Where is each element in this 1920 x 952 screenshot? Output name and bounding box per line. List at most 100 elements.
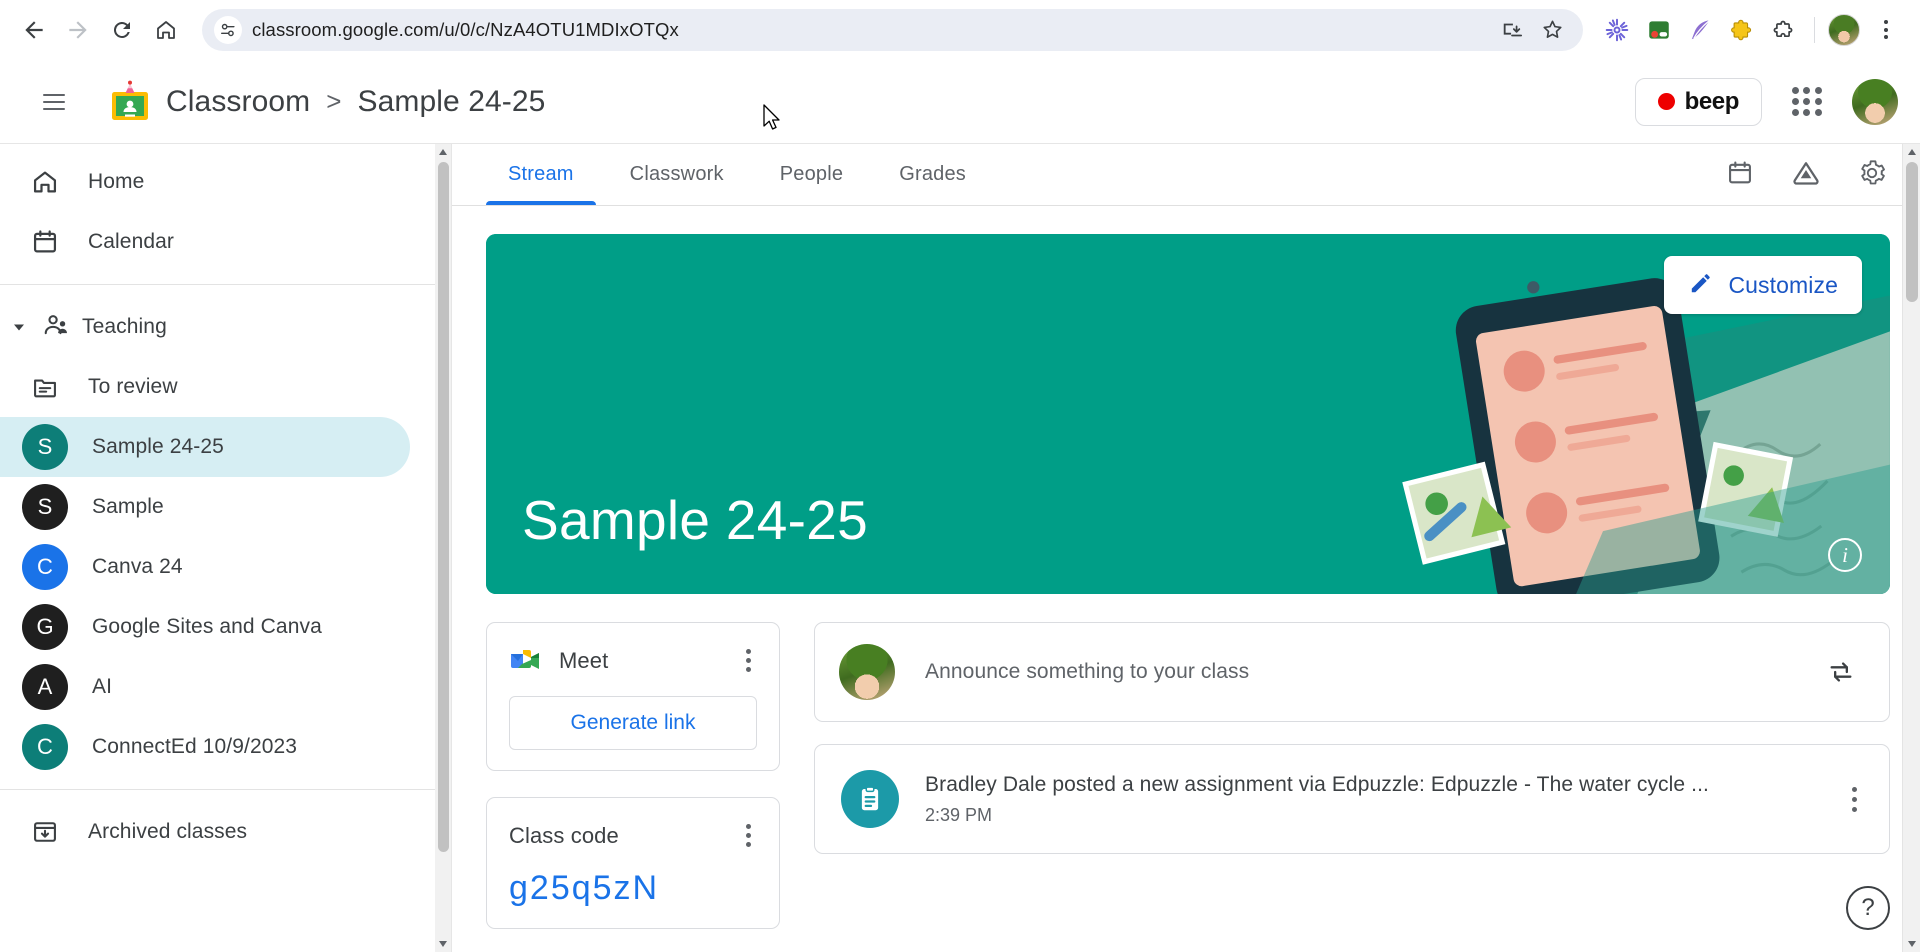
reuse-post-icon[interactable] bbox=[1821, 652, 1861, 692]
class-avatar: S bbox=[22, 484, 68, 530]
reload-button[interactable] bbox=[102, 10, 142, 50]
sidebar-item-archived-classes[interactable]: Archived classes bbox=[0, 802, 410, 862]
classroom-app-bar: Classroom > Sample 24-25 beep bbox=[0, 60, 1920, 144]
class-avatar: C bbox=[22, 724, 68, 770]
announcement-composer[interactable]: Announce something to your class bbox=[814, 622, 1890, 722]
back-button[interactable] bbox=[14, 10, 54, 50]
record-dot-icon bbox=[1657, 93, 1675, 110]
chrome-profile-avatar[interactable] bbox=[1824, 10, 1864, 50]
archive-icon bbox=[30, 817, 60, 847]
class-avatar: A bbox=[22, 664, 68, 710]
generate-link-label: Generate link bbox=[570, 711, 696, 734]
forward-button[interactable] bbox=[58, 10, 98, 50]
sidebar-divider bbox=[0, 284, 436, 285]
pencil-icon bbox=[1688, 270, 1714, 301]
sidebar-item-google-sites-and-canva[interactable]: G Google Sites and Canva bbox=[0, 597, 410, 657]
account-avatar[interactable] bbox=[1852, 78, 1898, 125]
class-code-menu-button[interactable] bbox=[740, 818, 757, 853]
home-button[interactable] bbox=[146, 10, 186, 50]
screen-recorder-extension-icon[interactable] bbox=[1639, 10, 1679, 50]
meet-card: Meet Generate link bbox=[486, 622, 780, 771]
app-bar-actions: beep bbox=[1634, 77, 1898, 126]
help-button[interactable]: ? bbox=[1846, 886, 1890, 930]
main-menu-button[interactable] bbox=[30, 78, 78, 126]
class-code-title: Class code bbox=[509, 822, 619, 848]
assignment-icon bbox=[841, 770, 899, 828]
google-apps-button[interactable] bbox=[1784, 79, 1830, 125]
breadcrumb: Classroom > Sample 24-25 bbox=[166, 85, 545, 119]
class-code-card: Class code g25q5zN bbox=[486, 797, 780, 929]
class-code-value[interactable]: g25q5zN bbox=[509, 869, 757, 908]
sidebar-item-connected[interactable]: C ConnectEd 10/9/2023 bbox=[0, 717, 410, 777]
sidebar-item-canva-24[interactable]: C Canva 24 bbox=[0, 537, 410, 597]
sidebar-item-sample-24-25[interactable]: S Sample 24-25 bbox=[0, 417, 410, 477]
customize-label: Customize bbox=[1728, 271, 1838, 298]
beep-button[interactable]: beep bbox=[1634, 77, 1762, 126]
generate-link-button[interactable]: Generate link bbox=[509, 696, 757, 750]
scroll-down-arrow-icon[interactable] bbox=[435, 936, 451, 952]
main-content: Stream Classwork People Grades Sample 24… bbox=[452, 144, 1920, 952]
meet-card-menu-button[interactable] bbox=[740, 643, 757, 678]
page-scroll-up-arrow-icon[interactable] bbox=[1903, 144, 1920, 160]
site-settings-icon[interactable] bbox=[214, 15, 242, 44]
stream-left-column: Meet Generate link Class code g25q5zN bbox=[486, 622, 780, 929]
class-avatar: S bbox=[22, 424, 68, 470]
chevron-down-icon bbox=[8, 316, 30, 338]
sidebar-item-calendar[interactable]: Calendar bbox=[0, 212, 410, 272]
asterisk-extension-icon[interactable] bbox=[1597, 10, 1637, 50]
tab-grades[interactable]: Grades bbox=[871, 144, 994, 205]
meet-card-header: Meet bbox=[509, 643, 757, 678]
sidebar-item-ai[interactable]: A AI bbox=[0, 657, 410, 717]
gear-icon[interactable] bbox=[1852, 153, 1892, 193]
tab-classwork[interactable]: Classwork bbox=[602, 144, 752, 205]
page-scroll-down-arrow-icon[interactable] bbox=[1903, 936, 1920, 952]
sidebar-item-label: ConnectEd 10/9/2023 bbox=[92, 735, 298, 758]
address-bar[interactable]: classroom.google.com/u/0/c/NzA4OTU1MDIxO… bbox=[202, 8, 1583, 51]
stream-post[interactable]: Bradley Dale posted a new assignment via… bbox=[814, 744, 1890, 854]
google-meet-icon bbox=[509, 648, 543, 674]
class-tabs: Stream Classwork People Grades bbox=[452, 144, 1920, 206]
info-icon[interactable]: i bbox=[1828, 538, 1862, 572]
stream-post-menu-button[interactable] bbox=[1844, 779, 1865, 820]
sidebar-item-to-review[interactable]: To review bbox=[0, 357, 410, 417]
app-shell: Home Calendar Teaching To review S Sampl… bbox=[0, 144, 1920, 952]
quill-extension-icon[interactable] bbox=[1681, 10, 1721, 50]
teaching-icon bbox=[42, 311, 70, 344]
scroll-up-arrow-icon[interactable] bbox=[435, 144, 451, 160]
tab-label: Grades bbox=[899, 162, 966, 185]
tab-stream[interactable]: Stream bbox=[480, 144, 602, 205]
customize-button[interactable]: Customize bbox=[1664, 256, 1862, 314]
sidebar-item-label: Calendar bbox=[88, 230, 175, 253]
help-label: ? bbox=[1861, 894, 1875, 921]
stream-post-time: 2:39 PM bbox=[925, 804, 993, 825]
sidebar-divider-bottom bbox=[0, 789, 436, 790]
extensions-button-icon[interactable] bbox=[1765, 10, 1805, 50]
sidebar-item-label: Sample bbox=[92, 495, 164, 518]
sidebar-group-teaching[interactable]: Teaching bbox=[0, 297, 436, 357]
drive-folder-icon[interactable] bbox=[1786, 153, 1826, 193]
sidebar-scroll-thumb[interactable] bbox=[438, 162, 449, 852]
puzzle-yellow-extension-icon[interactable] bbox=[1723, 10, 1763, 50]
sidebar-scrollbar[interactable] bbox=[435, 144, 451, 952]
page-scrollbar[interactable] bbox=[1902, 144, 1920, 952]
sidebar-item-home[interactable]: Home bbox=[0, 152, 410, 212]
class-banner: Sample 24-25 Customize i bbox=[486, 234, 1890, 594]
breadcrumb-classroom-link[interactable]: Classroom bbox=[166, 85, 310, 119]
sidebar-group-label: Teaching bbox=[82, 315, 167, 338]
calendar-icon[interactable] bbox=[1720, 153, 1760, 193]
sidebar-item-sample[interactable]: S Sample bbox=[0, 477, 410, 537]
tab-people[interactable]: People bbox=[752, 144, 871, 205]
calendar-icon bbox=[30, 227, 60, 257]
chrome-menu-button[interactable] bbox=[1866, 10, 1906, 50]
install-app-icon[interactable] bbox=[1495, 13, 1529, 47]
tab-label: Classwork bbox=[629, 162, 724, 185]
breadcrumb-separator: > bbox=[326, 86, 342, 116]
announcement-placeholder: Announce something to your class bbox=[925, 660, 1250, 683]
toolbar-divider bbox=[1814, 16, 1815, 43]
meet-card-title: Meet bbox=[559, 647, 609, 673]
class-tab-actions bbox=[1720, 153, 1892, 205]
bookmark-star-icon[interactable] bbox=[1535, 13, 1569, 47]
page-scroll-thumb[interactable] bbox=[1906, 162, 1918, 302]
avatar bbox=[839, 644, 895, 700]
sidebar-item-label: Home bbox=[88, 170, 145, 193]
